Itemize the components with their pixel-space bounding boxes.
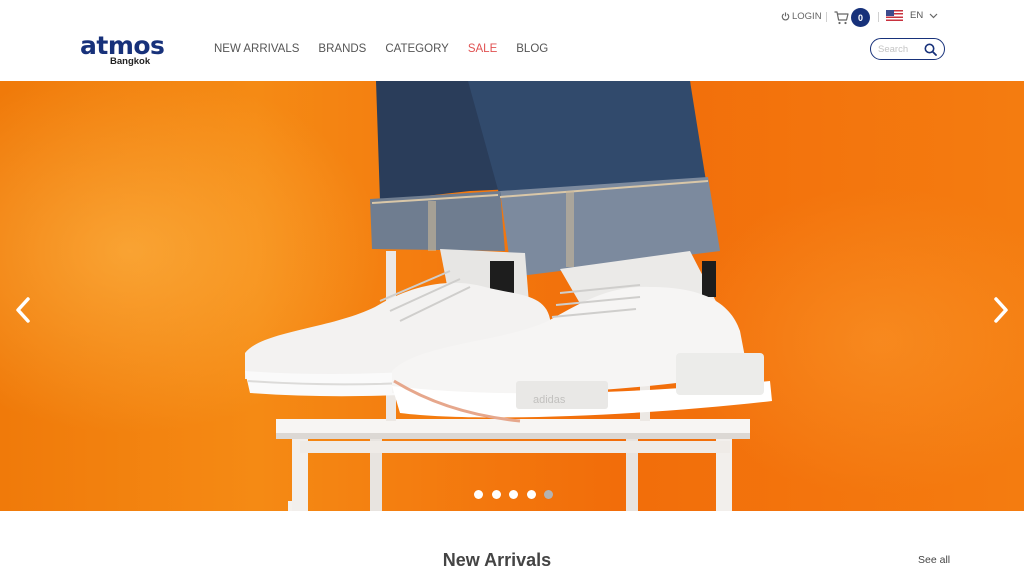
chevron-right-icon	[994, 297, 1008, 323]
carousel-dots	[474, 490, 553, 499]
see-all-link[interactable]: See all	[918, 554, 950, 566]
divider	[878, 12, 879, 22]
carousel-prev-button[interactable]	[12, 295, 34, 325]
language-selector[interactable]: EN	[886, 10, 938, 21]
search-icon[interactable]	[924, 43, 937, 56]
carousel-dot[interactable]	[509, 490, 518, 499]
carousel-dot[interactable]	[544, 490, 553, 499]
cart-count-badge: 0	[851, 8, 870, 27]
login-label: LOGIN	[792, 11, 822, 22]
logo-location: Bangkok	[110, 56, 151, 67]
nav-item-blog[interactable]: BLOG	[516, 42, 548, 56]
carousel-next-button[interactable]	[990, 295, 1012, 325]
main-nav: NEW ARRIVALS BRANDS CATEGORY SALE BLOG	[214, 42, 567, 56]
site-header: atmos Bangkok NEW ARRIVALS BRANDS CATEGO…	[0, 0, 1024, 80]
cart-button[interactable]: 0	[834, 8, 870, 27]
nav-item-category[interactable]: CATEGORY	[385, 42, 448, 56]
hero-image: adidas	[245, 81, 772, 511]
carousel-dot[interactable]	[526, 490, 536, 499]
nav-item-brands[interactable]: BRANDS	[318, 42, 366, 56]
atmos-logo[interactable]: atmos Bangkok	[80, 33, 184, 69]
nav-item-sale[interactable]: SALE	[468, 42, 497, 56]
sock-graphic	[702, 261, 716, 297]
login-link[interactable]: LOGIN	[781, 11, 822, 22]
logo-wordmark: atmos	[80, 31, 165, 60]
chevron-left-icon	[16, 297, 30, 323]
search-input[interactable]	[878, 42, 924, 56]
carousel-dot[interactable]	[474, 490, 483, 499]
jeans-illustration	[370, 81, 720, 277]
cart-icon	[834, 10, 849, 24]
hero-carousel: adidas	[0, 81, 1024, 511]
search-box	[870, 38, 945, 60]
power-icon	[781, 12, 790, 21]
divider	[826, 12, 827, 22]
us-flag-icon	[886, 10, 903, 21]
shoe-brand-text: adidas	[533, 394, 566, 406]
chevron-down-icon	[929, 13, 938, 18]
nav-item-new-arrivals[interactable]: NEW ARRIVALS	[214, 42, 299, 56]
carousel-dot[interactable]	[491, 490, 501, 499]
section-title: New Arrivals	[442, 550, 552, 570]
language-label: EN	[910, 10, 924, 21]
